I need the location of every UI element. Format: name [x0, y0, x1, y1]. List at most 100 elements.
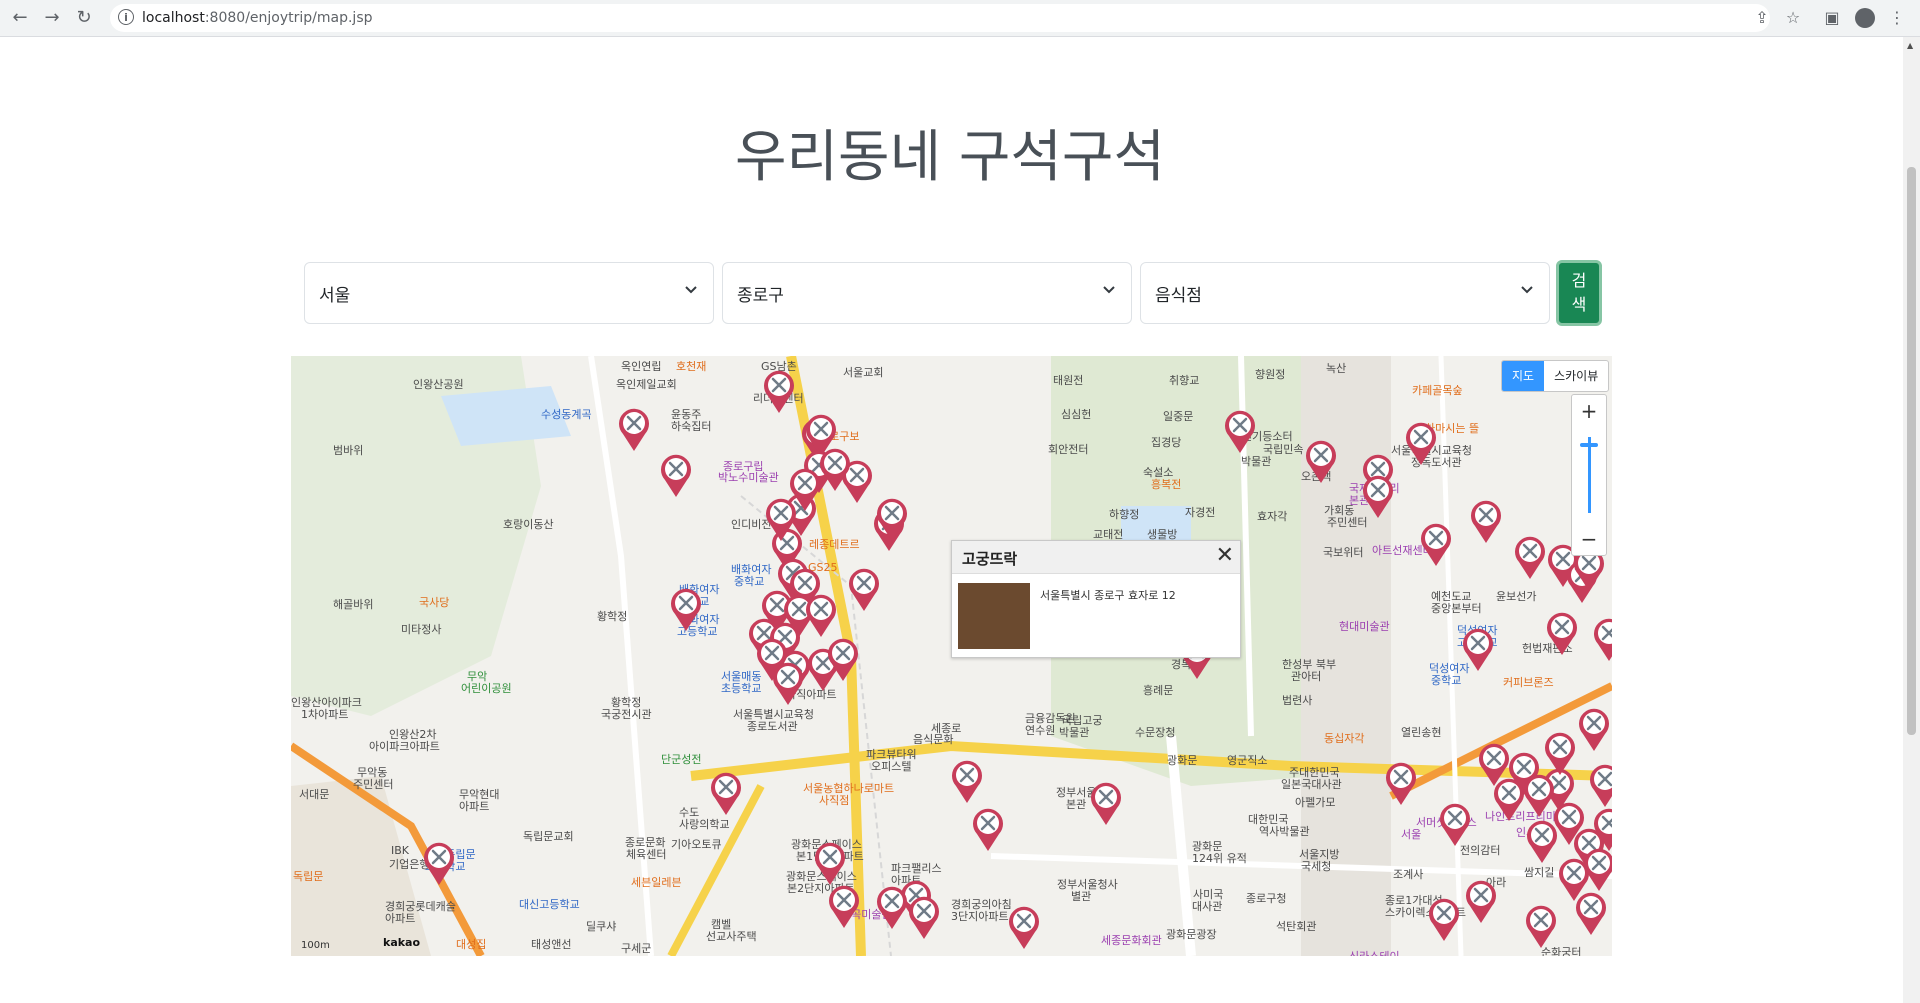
restaurant-marker-icon[interactable] — [421, 840, 457, 886]
share-icon[interactable]: ⇪ — [1752, 8, 1772, 28]
restaurant-marker-icon[interactable] — [825, 636, 861, 682]
menu-kebab-icon[interactable]: ⋮ — [1887, 8, 1907, 28]
restaurant-marker-icon[interactable] — [1576, 706, 1612, 752]
map-place-label: 사랑의학교 — [679, 818, 730, 831]
restaurant-marker-icon[interactable] — [1463, 878, 1499, 924]
map-place-label: 흥복전 — [1151, 478, 1182, 491]
restaurant-marker-icon[interactable] — [668, 586, 704, 632]
restaurant-marker-icon[interactable] — [770, 660, 806, 706]
reload-icon[interactable]: ↻ — [74, 8, 94, 28]
map-place-label: 녹산 — [1326, 362, 1347, 375]
search-button[interactable]: 검 색 — [1556, 260, 1602, 326]
map-place-label: 초등학교 — [721, 682, 762, 695]
address-url[interactable]: localhost:8080/enjoytrip/map.jsp — [142, 10, 373, 26]
restaurant-marker-icon[interactable] — [1383, 760, 1419, 806]
restaurant-marker-icon[interactable] — [1544, 610, 1580, 656]
url-host: localhost — [142, 10, 205, 26]
bookmark-star-icon[interactable]: ☆ — [1783, 8, 1803, 28]
map-place-label: 회안전터 — [1048, 443, 1089, 456]
restaurant-marker-icon[interactable] — [826, 883, 862, 929]
map-place-label: 역사박물관 — [1259, 825, 1310, 838]
restaurant-marker-icon[interactable] — [1088, 780, 1124, 826]
restaurant-marker-icon[interactable] — [763, 496, 799, 542]
address-bar[interactable]: i localhost:8080/enjoytrip/map.jsp — [110, 4, 1770, 32]
chevron-down-icon — [1103, 286, 1115, 294]
restaurant-marker-icon[interactable] — [1360, 473, 1396, 519]
chevron-down-icon — [685, 286, 697, 294]
restaurant-marker-icon[interactable] — [1460, 626, 1496, 672]
restaurant-marker-icon[interactable] — [1524, 818, 1560, 864]
restaurant-marker-icon[interactable] — [1591, 616, 1612, 662]
restaurant-marker-icon[interactable] — [812, 840, 848, 886]
map-place-label: 옥인제일교회 — [616, 378, 677, 391]
map-place-label: 독립문교회 — [523, 830, 574, 843]
restaurant-marker-icon[interactable] — [949, 758, 985, 804]
restaurant-marker-icon[interactable] — [1542, 730, 1578, 776]
restaurant-marker-icon[interactable] — [1006, 904, 1042, 950]
restaurant-marker-icon[interactable] — [708, 770, 744, 816]
restaurant-marker-icon[interactable] — [1437, 801, 1473, 847]
map-place-label: 서울 — [1401, 828, 1422, 841]
map-place-label: 취향교 — [1169, 374, 1200, 387]
zoom-slider-track[interactable] — [1588, 437, 1591, 513]
site-info-icon[interactable]: i — [118, 9, 134, 25]
map-type-skyview-button[interactable]: 스카이뷰 — [1544, 361, 1608, 391]
map-place-label: 별관 — [1071, 890, 1092, 903]
place-info-window[interactable]: 고궁뜨락 ✕ 서울특별시 종로구 효자로 12 — [951, 540, 1241, 658]
map-place-label: 하향정 — [1109, 508, 1140, 521]
zoom-slider-handle[interactable] — [1580, 443, 1598, 447]
restaurant-marker-icon[interactable] — [970, 806, 1006, 852]
map-place-label: 광화문광장 — [1166, 928, 1217, 941]
scroll-up-icon[interactable]: ▲ — [1907, 41, 1913, 50]
scrollbar-thumb[interactable] — [1907, 167, 1916, 735]
map-place-label: 황학정 — [597, 610, 628, 623]
restaurant-marker-icon[interactable] — [817, 446, 853, 492]
restaurant-marker-icon[interactable] — [1468, 498, 1504, 544]
restaurant-marker-icon[interactable] — [658, 452, 694, 498]
forward-icon[interactable]: → — [42, 8, 62, 28]
map-type-control: 지도 스카이뷰 — [1501, 360, 1610, 392]
map-place-label: 박물관 — [1241, 455, 1272, 468]
restaurant-marker-icon[interactable] — [616, 406, 652, 452]
restaurant-marker-icon[interactable] — [1222, 408, 1258, 454]
map-place-label: 옥인연립 — [621, 360, 662, 373]
page-scrollbar[interactable]: ▲ — [1903, 37, 1920, 1003]
map-place-label: 인왕산공원 — [413, 378, 464, 391]
restaurant-marker-icon[interactable] — [1523, 903, 1559, 949]
restaurant-marker-icon[interactable] — [1426, 896, 1462, 942]
restaurant-marker-icon[interactable] — [874, 496, 910, 542]
zoom-in-button[interactable]: + — [1572, 399, 1606, 423]
profile-avatar-icon[interactable] — [1855, 8, 1875, 28]
restaurant-marker-icon[interactable] — [1587, 762, 1612, 808]
restaurant-marker-icon[interactable] — [1581, 846, 1612, 892]
close-icon[interactable]: ✕ — [1216, 545, 1234, 567]
restaurant-marker-icon[interactable] — [874, 884, 910, 930]
restaurant-marker-icon[interactable] — [803, 592, 839, 638]
restaurant-marker-icon[interactable] — [1491, 776, 1527, 822]
sido-select[interactable]: 서울 — [304, 262, 714, 324]
map-place-label: 연수원 — [1025, 724, 1056, 737]
gugun-select[interactable]: 종로구 — [722, 262, 1132, 324]
restaurant-marker-icon[interactable] — [761, 368, 797, 414]
side-panel-icon[interactable]: ▣ — [1822, 8, 1842, 28]
map-place-label: 박물관 — [1059, 726, 1090, 739]
restaurant-marker-icon[interactable] — [846, 566, 882, 612]
restaurant-marker-icon[interactable] — [1512, 534, 1548, 580]
restaurant-marker-icon[interactable] — [1403, 420, 1439, 466]
map-place-label: 세종문화회관 — [1101, 934, 1162, 947]
map-place-label: 범바위 — [333, 444, 364, 457]
restaurant-marker-icon[interactable] — [1573, 890, 1609, 936]
place-address: 서울특별시 종로구 효자로 12 — [1040, 589, 1176, 602]
map-view[interactable]: 옥인연립호천재GS남촌서울교회인왕산공원옥인제일교회윤동주하숙집터수성동계곡리더… — [291, 356, 1612, 956]
map-type-roadmap-button[interactable]: 지도 — [1502, 361, 1545, 391]
map-place-label: 태원전 — [1053, 374, 1084, 387]
back-icon[interactable]: ← — [10, 8, 30, 28]
map-place-label: 음식문화 — [913, 733, 954, 746]
restaurant-marker-icon[interactable] — [906, 894, 942, 940]
restaurant-marker-icon[interactable] — [1303, 438, 1339, 484]
zoom-out-button[interactable]: − — [1572, 527, 1606, 551]
map-place-label: 미타정사 — [401, 623, 442, 636]
content-type-select[interactable]: 음식점 — [1140, 262, 1550, 324]
restaurant-marker-icon[interactable] — [1418, 521, 1454, 567]
map-place-label: 구세군 — [621, 942, 652, 955]
